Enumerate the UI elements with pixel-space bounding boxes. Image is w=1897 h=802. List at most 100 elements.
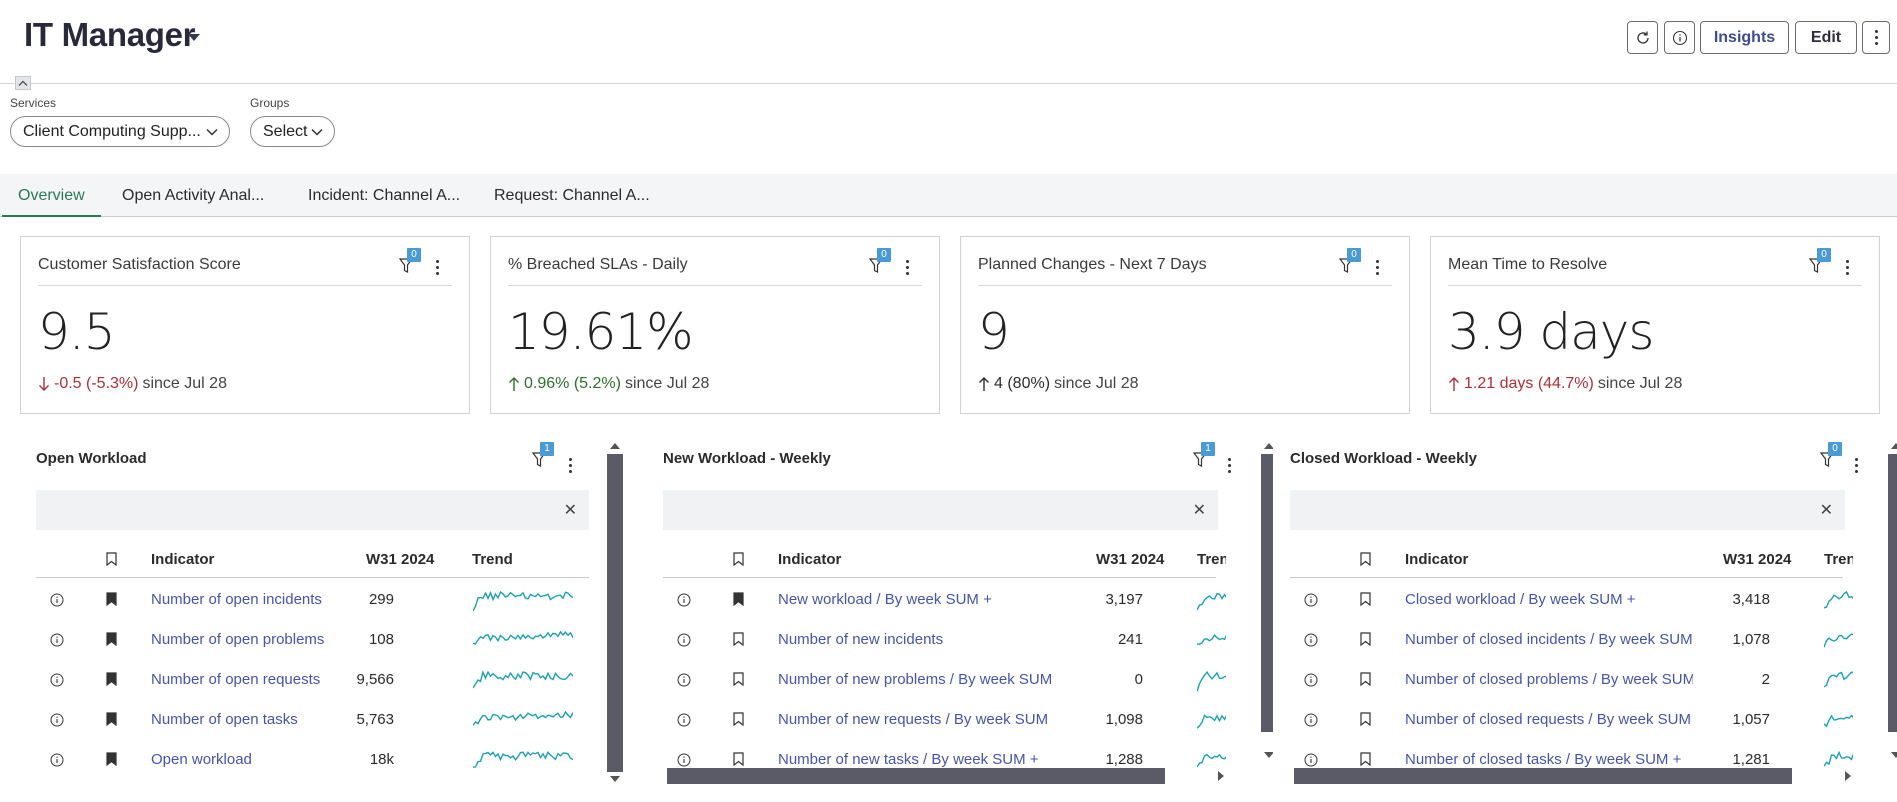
scroll-down-icon[interactable] [1264,752,1273,758]
insights-button[interactable]: Insights [1700,21,1789,54]
indicator-link[interactable]: Number of closed tasks / By week SUM + [1405,751,1693,768]
bookmark-filled-icon[interactable] [733,592,744,607]
scroll-up-icon[interactable] [1891,443,1897,449]
bookmark-icon[interactable] [733,632,744,647]
widget-menu-button[interactable] [1224,455,1234,475]
bookmark-header-icon[interactable] [1360,552,1371,567]
info-icon[interactable] [50,753,64,767]
bookmark-filled-icon[interactable] [106,592,117,607]
indicator-link[interactable]: Number of open problems [151,631,341,648]
scroll-up-icon[interactable] [1264,443,1273,449]
bookmark-filled-icon[interactable] [106,712,117,727]
bookmark-icon[interactable] [733,712,744,727]
groups-select[interactable]: Select [250,116,335,147]
indicator-link[interactable]: Number of closed incidents / By week SUM [1405,631,1693,648]
widget-filter-button[interactable]: 0 [399,248,421,276]
clear-search-icon[interactable]: ✕ [564,500,577,520]
indicator-link[interactable]: Number of open incidents [151,591,341,608]
column-trend[interactable]: Trend [1197,551,1226,568]
collapse-filters-button[interactable] [15,76,31,90]
kpi-menu-button[interactable] [1372,257,1382,277]
info-icon[interactable] [1304,673,1318,687]
widget-filter-button[interactable]: 1 [532,442,554,470]
widget-search-bar[interactable]: ✕ [36,490,589,530]
info-icon[interactable] [677,593,691,607]
info-icon[interactable] [50,593,64,607]
indicator-link[interactable]: Number of open requests [151,671,341,688]
info-icon[interactable] [677,633,691,647]
indicator-link[interactable]: Number of open tasks [151,711,341,728]
kpi-menu-button[interactable] [432,257,442,277]
clear-search-icon[interactable]: ✕ [1820,500,1833,520]
column-indicator[interactable]: Indicator [151,551,214,568]
widget-filter-button[interactable]: 0 [1820,442,1842,470]
widget-filter-button[interactable]: 0 [1339,248,1361,276]
indicator-link[interactable]: Number of new incidents [778,631,1066,648]
more-options-button[interactable] [1862,21,1890,54]
bookmark-header-icon[interactable] [733,552,744,567]
indicator-link[interactable]: New workload / By week SUM + [778,591,1066,608]
edit-button[interactable]: Edit [1795,21,1857,54]
scroll-down-icon[interactable] [610,776,620,782]
bookmark-filled-icon[interactable] [106,752,117,767]
horizontal-scrollbar[interactable] [667,768,1165,784]
vertical-scrollbar[interactable] [1888,454,1897,732]
scroll-down-icon[interactable] [1891,752,1897,758]
info-icon[interactable] [677,673,691,687]
tab-open-activity[interactable]: Open Activity Anal... [122,174,264,217]
indicator-link[interactable]: Number of new requests / By week SUM [778,711,1066,728]
clear-search-icon[interactable]: ✕ [1193,500,1206,520]
column-trend[interactable]: Trend [1824,551,1853,568]
horizontal-scrollbar[interactable] [1294,768,1792,784]
services-select[interactable]: Client Computing Supp... [10,116,230,147]
indicator-link[interactable]: Number of closed problems / By week SUM [1405,671,1693,688]
info-icon[interactable] [677,753,691,767]
tab-request-channel[interactable]: Request: Channel A... [494,174,650,217]
bookmark-filled-icon[interactable] [106,632,117,647]
widget-filter-button[interactable]: 0 [1809,248,1831,276]
tab-incident-channel[interactable]: Incident: Channel A... [308,174,460,217]
scroll-right-icon[interactable] [1218,771,1224,781]
column-trend[interactable]: Trend [472,551,532,568]
bookmark-filled-icon[interactable] [106,672,117,687]
info-icon[interactable] [50,633,64,647]
bookmark-icon[interactable] [1360,752,1371,767]
indicator-link[interactable]: Number of closed requests / By week SUM [1405,711,1693,728]
vertical-scrollbar[interactable] [1261,454,1273,732]
tab-overview[interactable]: Overview [2,174,101,217]
info-icon[interactable] [677,713,691,727]
widget-filter-button[interactable]: 1 [1193,442,1215,470]
bookmark-icon[interactable] [1360,712,1371,727]
widget-menu-button[interactable] [565,455,575,475]
indicator-link[interactable]: Closed workload / By week SUM + [1405,591,1693,608]
column-indicator[interactable]: Indicator [778,551,841,568]
bookmark-header-icon[interactable] [106,552,117,567]
column-period[interactable]: W31 2024 [1723,551,1791,568]
indicator-link[interactable]: Open workload [151,751,341,768]
indicator-link[interactable]: Number of new tasks / By week SUM + [778,751,1066,768]
info-icon[interactable] [50,673,64,687]
bookmark-icon[interactable] [733,672,744,687]
refresh-button[interactable] [1627,21,1658,54]
indicator-link[interactable]: Number of new problems / By week SUM [778,671,1066,688]
info-icon[interactable] [1304,593,1318,607]
bookmark-icon[interactable] [1360,672,1371,687]
column-indicator[interactable]: Indicator [1405,551,1468,568]
title-dropdown-icon[interactable] [188,34,200,41]
widget-search-bar[interactable]: ✕ [663,490,1218,530]
widget-search-bar[interactable]: ✕ [1290,490,1845,530]
bookmark-icon[interactable] [733,752,744,767]
kpi-menu-button[interactable] [902,257,912,277]
info-button[interactable] [1664,21,1695,54]
scroll-up-icon[interactable] [610,443,620,449]
scroll-right-icon[interactable] [1845,771,1851,781]
bookmark-icon[interactable] [1360,632,1371,647]
vertical-scrollbar[interactable] [607,454,623,772]
widget-filter-button[interactable]: 0 [869,248,891,276]
kpi-menu-button[interactable] [1842,257,1852,277]
info-icon[interactable] [1304,753,1318,767]
column-period[interactable]: W31 2024 [1096,551,1164,568]
column-period[interactable]: W31 2024 [366,551,434,568]
widget-menu-button[interactable] [1851,455,1861,475]
bookmark-icon[interactable] [1360,592,1371,607]
